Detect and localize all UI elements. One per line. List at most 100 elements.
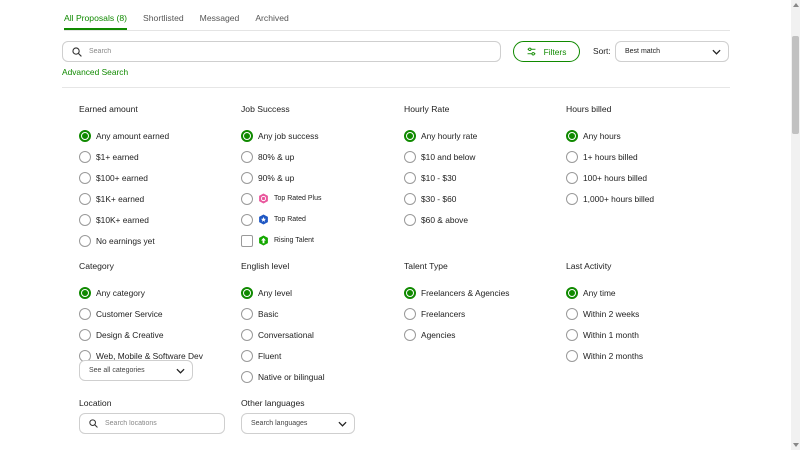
languages-placeholder: Search languages	[251, 420, 308, 427]
radio-button[interactable]	[241, 370, 253, 383]
job-success-option[interactable]: 90% & up	[241, 167, 321, 188]
radio-button[interactable]	[404, 328, 416, 341]
category-option[interactable]: Design & Creative	[79, 324, 203, 345]
radio-button[interactable]	[404, 192, 416, 205]
radio-button[interactable]	[566, 349, 578, 362]
radio-button[interactable]	[566, 192, 578, 205]
category-option[interactable]: Any category	[79, 282, 203, 303]
english-option[interactable]: Fluent	[241, 345, 325, 366]
radio-button[interactable]	[241, 171, 253, 184]
talent-option[interactable]: Freelancers	[404, 303, 509, 324]
job-success-group: Job Success Any job success 80% & up 90%…	[241, 104, 321, 251]
see-all-categories-label: See all categories	[89, 367, 145, 374]
job-success-option[interactable]: 80% & up	[241, 146, 321, 167]
category-option[interactable]: Customer Service	[79, 303, 203, 324]
scroll-down-arrow[interactable]	[792, 441, 799, 449]
radio-button[interactable]	[79, 192, 91, 205]
location-search-box[interactable]	[79, 413, 225, 434]
languages-dropdown[interactable]: Search languages	[241, 413, 355, 434]
radio-button[interactable]	[79, 307, 91, 320]
radio-button[interactable]	[79, 150, 91, 163]
radio-button[interactable]	[404, 150, 416, 163]
hourly-option[interactable]: Any hourly rate	[404, 125, 477, 146]
radio-button[interactable]	[79, 328, 91, 341]
see-all-categories-dropdown[interactable]: See all categories	[79, 360, 193, 381]
radio-button[interactable]	[241, 192, 253, 205]
job-success-option[interactable]: Top Rated	[241, 209, 321, 230]
sort-select[interactable]: Best match	[615, 41, 729, 62]
radio-button[interactable]	[566, 307, 578, 320]
earned-option[interactable]: $100+ earned	[79, 167, 169, 188]
earned-option[interactable]: $1+ earned	[79, 146, 169, 167]
talent-option[interactable]: Agencies	[404, 324, 509, 345]
radio-button[interactable]	[404, 171, 416, 184]
earned-option[interactable]: $10K+ earned	[79, 209, 169, 230]
radio-button[interactable]	[79, 234, 91, 247]
earned-amount-group: Earned amount Any amount earned $1+ earn…	[79, 104, 169, 251]
hourly-option[interactable]: $10 - $30	[404, 167, 477, 188]
job-success-option[interactable]: Any job success	[241, 125, 321, 146]
radio-button[interactable]	[404, 307, 416, 320]
english-option[interactable]: Conversational	[241, 324, 325, 345]
option-label: $1+ earned	[96, 151, 139, 162]
radio-button[interactable]	[404, 213, 416, 226]
option-label: Within 1 month	[583, 329, 639, 340]
activity-option[interactable]: Within 2 months	[566, 345, 643, 366]
radio-button[interactable]	[241, 328, 253, 341]
search-input[interactable]	[89, 48, 469, 55]
english-option[interactable]: Native or bilingual	[241, 366, 325, 387]
radio-button[interactable]	[566, 286, 578, 299]
radio-button[interactable]	[566, 150, 578, 163]
hours-billed-title: Hours billed	[566, 104, 612, 114]
scrollbar-thumb[interactable]	[792, 36, 799, 134]
radio-button[interactable]	[566, 171, 578, 184]
radio-button[interactable]	[404, 129, 416, 142]
hours-option[interactable]: Any hours	[566, 125, 654, 146]
checkbox[interactable]	[241, 234, 253, 247]
hours-option[interactable]: 1+ hours billed	[566, 146, 654, 167]
earned-option[interactable]: Any amount earned	[79, 125, 169, 146]
activity-option[interactable]: Any time	[566, 282, 643, 303]
english-option[interactable]: Basic	[241, 303, 325, 324]
search-box[interactable]	[62, 41, 501, 62]
tab-archived[interactable]: Archived	[255, 13, 288, 30]
english-option[interactable]: Any level	[241, 282, 325, 303]
radio-button[interactable]	[241, 349, 253, 362]
radio-button[interactable]	[79, 213, 91, 226]
radio-button[interactable]	[566, 328, 578, 341]
radio-button[interactable]	[241, 213, 253, 226]
tab-messaged[interactable]: Messaged	[200, 13, 240, 30]
advanced-search-link[interactable]: Advanced Search	[62, 67, 128, 77]
tab-all-proposals[interactable]: All Proposals (8)	[64, 13, 128, 30]
scroll-up-arrow[interactable]	[792, 1, 799, 9]
rising-talent-option[interactable]: Rising Talent	[241, 230, 321, 251]
earned-option[interactable]: $1K+ earned	[79, 188, 169, 209]
hourly-rate-group: Hourly Rate Any hourly rate $10 and belo…	[404, 104, 477, 230]
option-label: Any time	[583, 287, 616, 298]
tab-shortlisted[interactable]: Shortlisted	[143, 13, 184, 30]
option-label: $100+ earned	[96, 172, 148, 183]
radio-button[interactable]	[241, 129, 253, 142]
radio-button[interactable]	[79, 171, 91, 184]
location-search-input[interactable]	[105, 420, 215, 427]
hours-option[interactable]: 1,000+ hours billed	[566, 188, 654, 209]
talent-option[interactable]: Freelancers & Agencies	[404, 282, 509, 303]
radio-button[interactable]	[79, 129, 91, 142]
hourly-option[interactable]: $60 & above	[404, 209, 477, 230]
option-label: $10 and below	[421, 151, 476, 162]
proposal-tabs: All Proposals (8) Shortlisted Messaged A…	[64, 13, 289, 31]
activity-option[interactable]: Within 1 month	[566, 324, 643, 345]
radio-button[interactable]	[79, 286, 91, 299]
radio-button[interactable]	[241, 150, 253, 163]
radio-button[interactable]	[241, 307, 253, 320]
radio-button[interactable]	[241, 286, 253, 299]
hourly-option[interactable]: $10 and below	[404, 146, 477, 167]
earned-option[interactable]: No earnings yet	[79, 230, 169, 251]
job-success-option[interactable]: Top Rated Plus	[241, 188, 321, 209]
radio-button[interactable]	[404, 286, 416, 299]
activity-option[interactable]: Within 2 weeks	[566, 303, 643, 324]
hourly-option[interactable]: $30 - $60	[404, 188, 477, 209]
filters-button[interactable]: Filters	[513, 41, 580, 62]
hours-option[interactable]: 100+ hours billed	[566, 167, 654, 188]
radio-button[interactable]	[566, 129, 578, 142]
